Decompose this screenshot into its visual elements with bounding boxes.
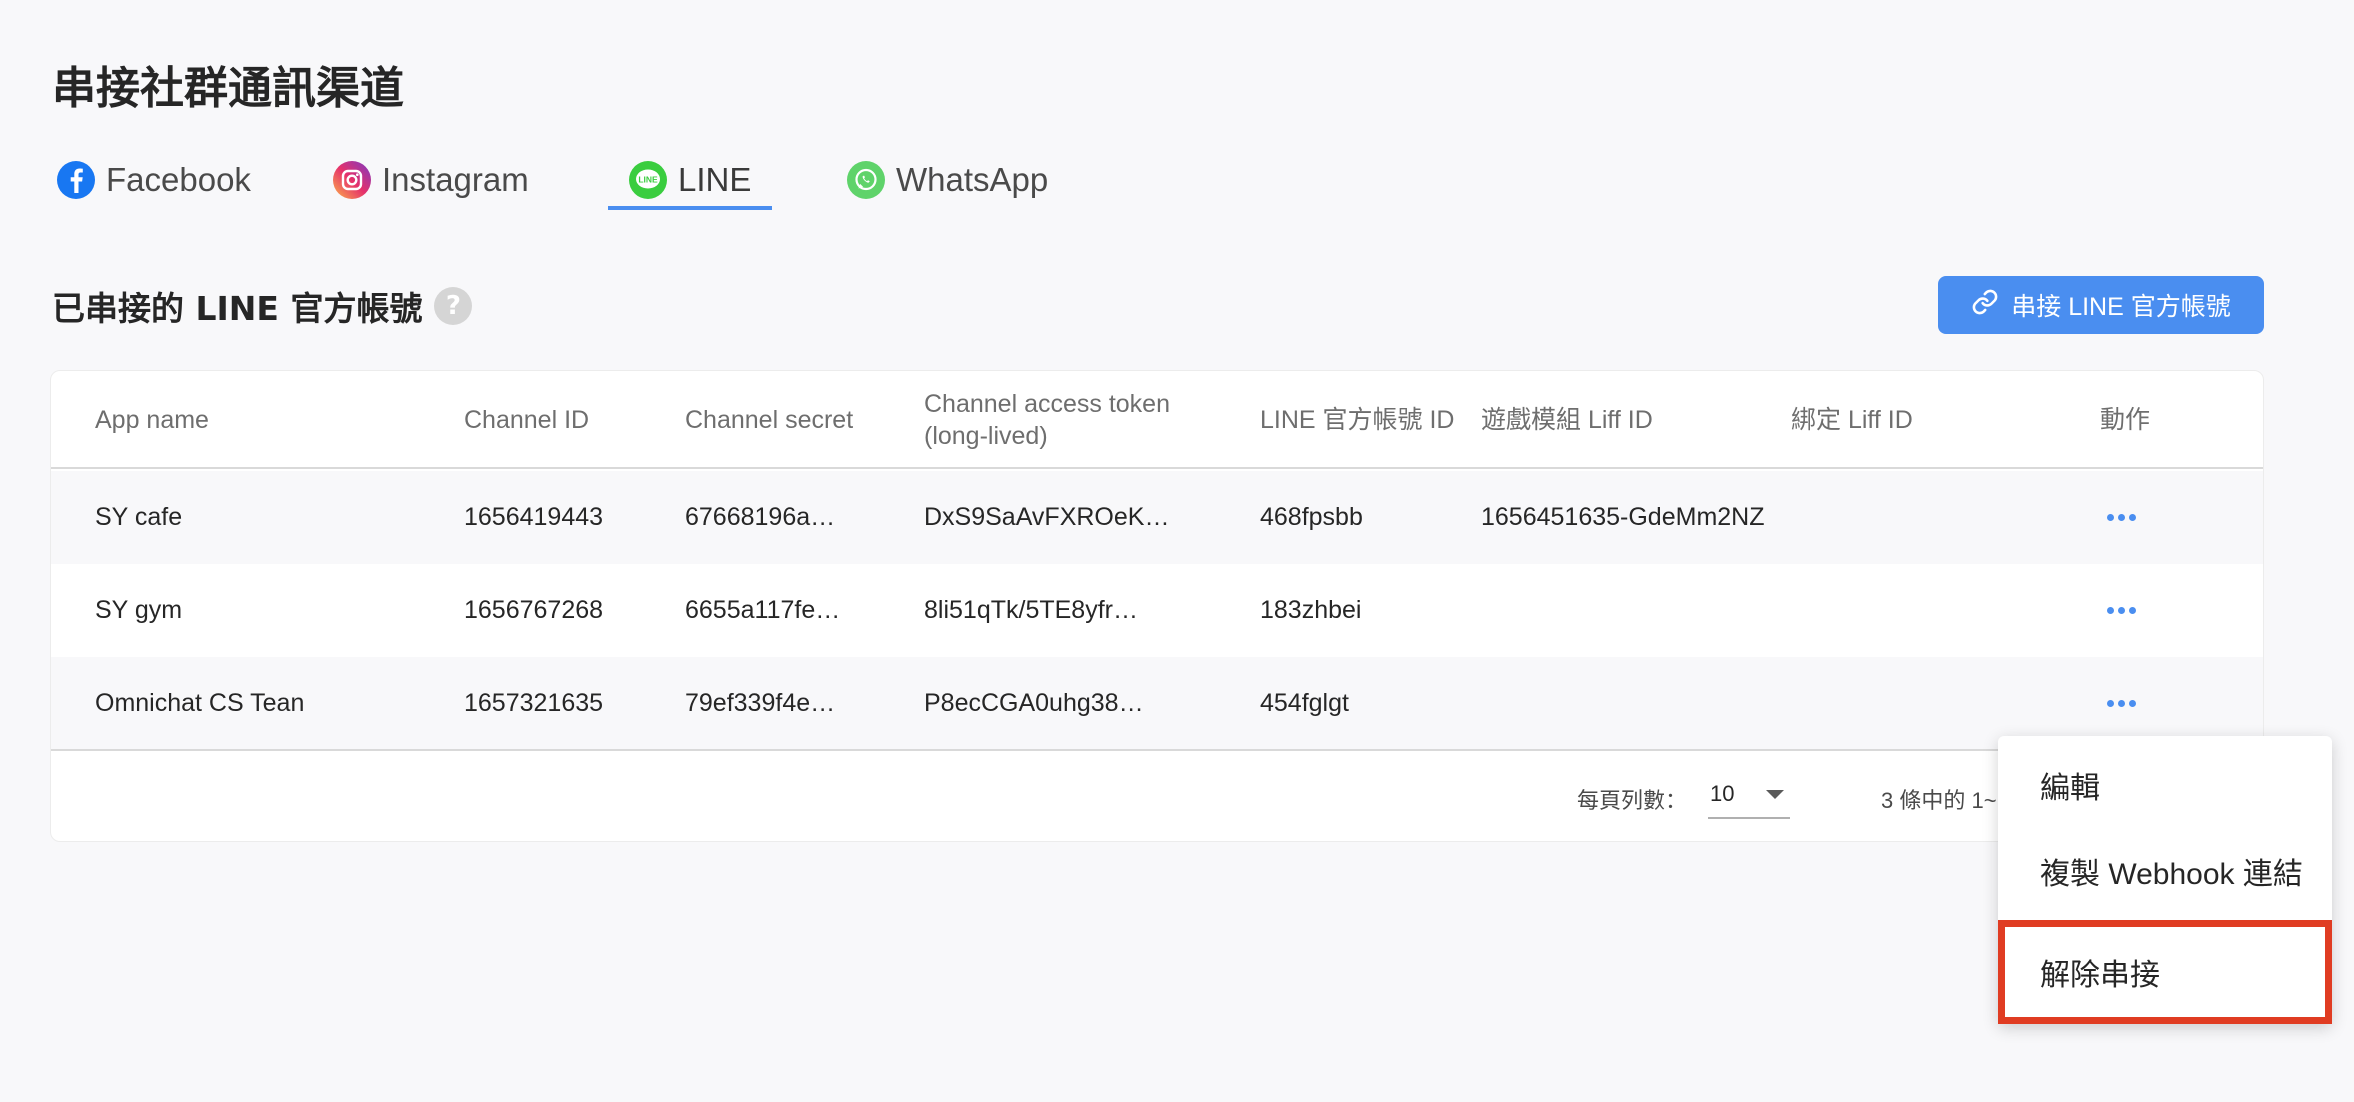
more-actions-button[interactable]	[2099, 564, 2143, 657]
menu-item-edit[interactable]: 編輯	[1998, 742, 2332, 828]
cell-channel-secret: 79ef339f4e…	[685, 689, 836, 717]
cell-app-name: Omnichat CS Tean	[95, 689, 305, 717]
instagram-icon	[332, 160, 372, 200]
page-title: 串接社群通訊渠道	[52, 63, 404, 114]
more-dot	[2106, 514, 2114, 521]
cell-line-account-id: 468fpsbb	[1260, 503, 1363, 531]
column-header-actions: 動作	[2100, 406, 2151, 434]
table-header: App name Channel ID Channel secret Chann…	[51, 371, 2263, 469]
cell-app-name: SY cafe	[95, 503, 183, 531]
tab-label: Instagram	[382, 161, 529, 198]
column-header-access-token: Channel access token (long-lived)	[924, 390, 1170, 450]
table-row: SY gym 1656767268 6655a117fe… 8li51qTk/5…	[51, 564, 2263, 657]
tab-facebook[interactable]: Facebook	[56, 150, 251, 210]
section-title: 已串接的 LINE 官方帳號 ?	[52, 282, 473, 330]
tab-instagram[interactable]: Instagram	[332, 150, 529, 210]
menu-item-copy-webhook[interactable]: 複製 Webhook 連結	[1998, 828, 2332, 914]
whatsapp-icon	[846, 160, 886, 200]
cell-channel-secret: 6655a117fe…	[685, 596, 841, 624]
more-dot	[2106, 607, 2114, 614]
more-dot	[2128, 514, 2136, 521]
facebook-icon	[56, 160, 96, 200]
more-dot	[2117, 607, 2125, 614]
column-header-bind-liff-id: 綁定 Liff ID	[1791, 406, 1913, 434]
help-icon[interactable]: ?	[434, 287, 473, 325]
cell-line-account-id: 183zhbei	[1260, 596, 1362, 624]
more-dot	[2106, 700, 2114, 707]
rows-per-page-value: 10	[1710, 781, 1735, 806]
cell-channel-id: 1657321635	[464, 689, 604, 717]
more-actions-button[interactable]	[2099, 471, 2143, 564]
column-header-channel-secret: Channel secret	[685, 406, 854, 434]
cell-channel-id: 1656767268	[464, 596, 604, 624]
line-icon: LINE	[628, 160, 668, 200]
column-header-line-account-id: LINE 官方帳號 ID	[1260, 406, 1455, 434]
rows-per-page-select[interactable]: 10	[1708, 771, 1790, 819]
cell-channel-id: 1656419443	[464, 503, 604, 531]
tab-label: WhatsApp	[896, 161, 1049, 198]
more-dot	[2128, 700, 2136, 707]
cell-access-token: 8li51qTk/5TE8yfr…	[924, 596, 1138, 624]
cell-line-account-id: 454fglgt	[1260, 689, 1349, 717]
svg-text:LINE: LINE	[638, 175, 658, 185]
tab-label: Facebook	[106, 161, 251, 198]
connect-button-label: 串接 LINE 官方帳號	[2011, 293, 2231, 321]
table-row: SY cafe 1656419443 67668196a… DxS9SaAvFX…	[51, 471, 2263, 564]
column-header-app-name: App name	[95, 406, 209, 434]
table-row: Omnichat CS Tean 1657321635 79ef339f4e… …	[51, 657, 2263, 750]
link-icon	[1971, 288, 1999, 323]
section-title-text: 已串接的 LINE 官方帳號	[52, 289, 423, 328]
chevron-down-icon	[1766, 789, 1784, 799]
connect-line-account-button[interactable]: 串接 LINE 官方帳號	[1938, 276, 2264, 334]
accounts-table: App name Channel ID Channel secret Chann…	[50, 370, 2264, 842]
cell-access-token: P8ecCGA0uhg38…	[924, 689, 1144, 717]
cell-channel-secret: 67668196a…	[685, 503, 836, 531]
more-dot	[2117, 514, 2125, 521]
row-actions-menu: 編輯 複製 Webhook 連結 解除串接	[1998, 736, 2332, 1024]
tab-whatsapp[interactable]: WhatsApp	[846, 150, 1048, 210]
rows-per-page-label: 每頁列數：	[1577, 788, 1688, 813]
pagination-range: 3 條中的 1~	[1881, 788, 1997, 813]
column-header-game-liff-id: 遊戲模組 Liff ID	[1481, 406, 1653, 434]
tab-line[interactable]: LINE LINE	[628, 150, 751, 210]
column-header-channel-id: Channel ID	[464, 406, 590, 434]
menu-item-disconnect[interactable]: 解除串接	[1998, 920, 2332, 1024]
channel-tabs: Facebook Instagram LINE LINE WhatsApp	[52, 150, 1152, 210]
cell-app-name: SY gym	[95, 596, 183, 624]
cell-game-liff-id: 1656451635-GdeMm2NZ	[1481, 503, 1765, 531]
more-dot	[2128, 607, 2136, 614]
active-tab-indicator	[608, 206, 772, 210]
cell-access-token: DxS9SaAvFXROeK…	[924, 503, 1170, 531]
more-dot	[2117, 700, 2125, 707]
table-footer-divider	[51, 749, 2263, 751]
tab-label: LINE	[678, 161, 752, 198]
